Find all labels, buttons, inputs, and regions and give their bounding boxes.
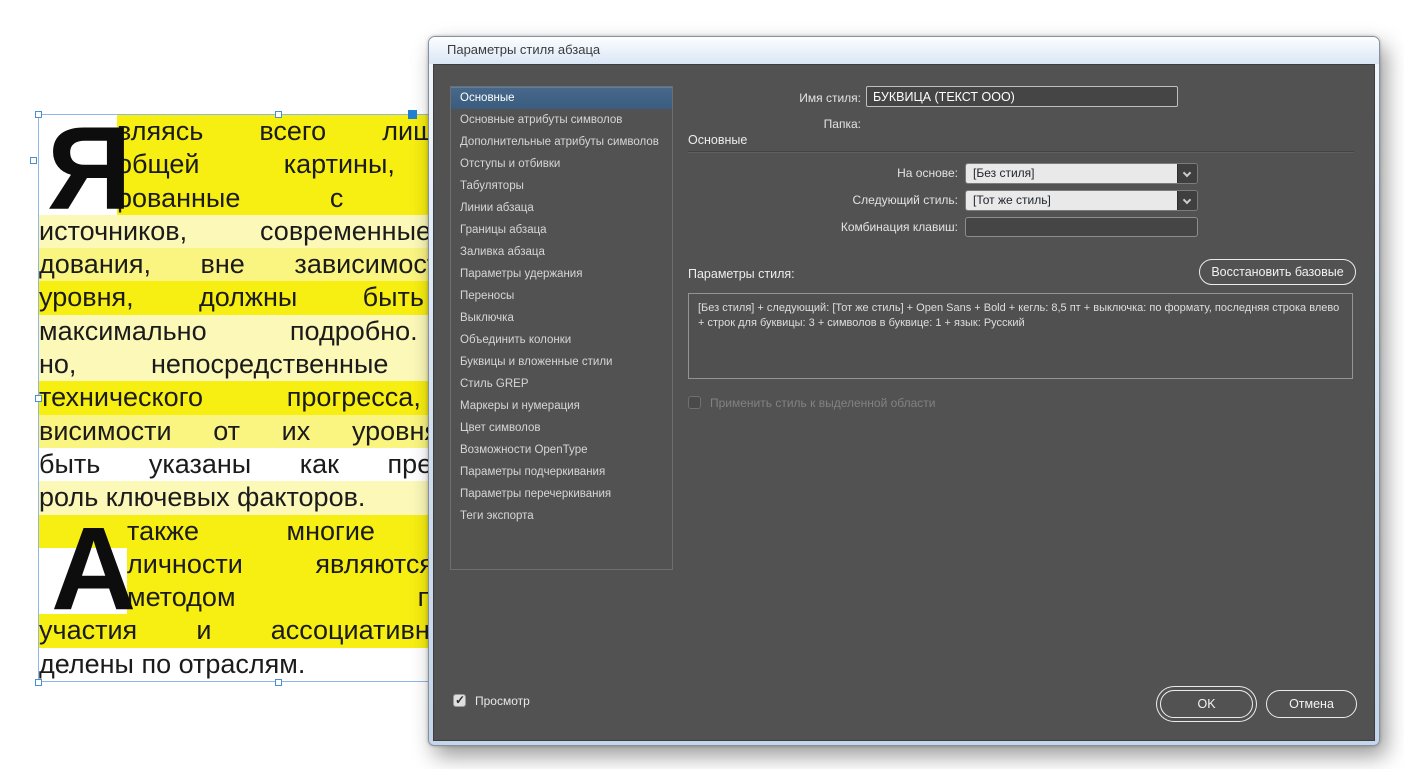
- sidebar-item-15[interactable]: Маркеры и нумерация: [451, 395, 672, 417]
- chevron-down-icon[interactable]: [1177, 164, 1197, 183]
- sidebar-item-7[interactable]: Границы абзаца: [451, 219, 672, 241]
- selection-handle-bottom-middle[interactable]: [275, 679, 282, 686]
- apply-to-selection-label: Применить стиль к выделенной области: [710, 396, 936, 410]
- style-sections-list: Основные Основные атрибуты символов Дополн…: [450, 86, 673, 570]
- dialog-content: Основные Основные атрибуты символов Дополн…: [433, 64, 1375, 741]
- screen: вляясь всего лишь ч общей картины, рег ров…: [0, 0, 1404, 769]
- sidebar-item-10[interactable]: Переносы: [451, 285, 672, 307]
- checkmark-icon: ✓: [455, 693, 466, 707]
- drop-cap: Я: [47, 115, 132, 235]
- selection-handle-top-left[interactable]: [35, 111, 42, 118]
- sidebar-item-8[interactable]: Заливка абзаца: [451, 241, 672, 263]
- next-style-label: Следующий стиль:: [852, 193, 958, 207]
- apply-to-selection-checkbox[interactable]: [688, 396, 701, 409]
- sidebar-item-4[interactable]: Отступы и отбивки: [451, 153, 672, 175]
- sidebar-item-16[interactable]: Цвет символов: [451, 417, 672, 439]
- preview-checkbox[interactable]: ✓: [453, 693, 466, 707]
- paragraph-style-options-dialog: Параметры стиля абзаца Основные Основные …: [428, 36, 1380, 746]
- drop-cap: А: [51, 503, 136, 635]
- style-name-input[interactable]: [866, 86, 1178, 107]
- reset-to-base-button[interactable]: Восстановить базовые: [1199, 259, 1356, 285]
- sidebar-item-6[interactable]: Линии абзаца: [451, 197, 672, 219]
- based-on-label: На основе:: [897, 166, 958, 180]
- sidebar-item-5[interactable]: Табуляторы: [451, 175, 672, 197]
- based-on-value: [Без стиля]: [966, 164, 1177, 183]
- selection-handle-bottom-left[interactable]: [35, 679, 42, 686]
- dialog-title: Параметры стиля абзаца: [447, 42, 601, 57]
- sidebar-item-20[interactable]: Теги экспорта: [451, 505, 672, 527]
- preview-label: Просмотр: [475, 694, 530, 708]
- style-name-label: Имя стиля:: [799, 91, 861, 105]
- sidebar-item-18[interactable]: Параметры подчеркивания: [451, 461, 672, 483]
- section-header: Основные: [688, 133, 748, 147]
- sidebar-item-12[interactable]: Объединить колонки: [451, 329, 672, 351]
- style-settings-summary: [Без стиля] + следующий: [Тот же стиль] …: [688, 293, 1353, 379]
- selection-handle-left-middle[interactable]: [35, 395, 42, 402]
- cancel-button[interactable]: Отмена: [1266, 690, 1357, 718]
- sidebar-item-11[interactable]: Выключка: [451, 307, 672, 329]
- sidebar-item-13[interactable]: Буквицы и вложенные стили: [451, 351, 672, 373]
- chevron-down-icon[interactable]: [1177, 191, 1197, 210]
- shortcut-label: Комбинация клавиш:: [840, 220, 958, 234]
- sidebar-item-19[interactable]: Параметры перечеркивания: [451, 483, 672, 505]
- sidebar-item-3[interactable]: Дополнительные атрибуты символов: [451, 131, 672, 153]
- sidebar-item-2[interactable]: Основные атрибуты символов: [451, 109, 672, 131]
- selection-handle-active[interactable]: [408, 110, 417, 119]
- section-divider: [688, 151, 1354, 153]
- sidebar-item-9[interactable]: Параметры удержания: [451, 263, 672, 285]
- folder-label: Папка:: [823, 117, 861, 131]
- sidebar-item-17[interactable]: Возможности OpenType: [451, 439, 672, 461]
- next-style-value: [Тот же стиль]: [966, 191, 1177, 210]
- dialog-titlebar[interactable]: Параметры стиля абзаца: [429, 37, 1379, 64]
- sidebar-item-14[interactable]: Стиль GREP: [451, 373, 672, 395]
- based-on-dropdown[interactable]: [Без стиля]: [965, 163, 1198, 184]
- next-style-dropdown[interactable]: [Тот же стиль]: [965, 190, 1198, 211]
- ok-button[interactable]: OK: [1160, 690, 1253, 718]
- selection-handle-top-middle[interactable]: [275, 111, 282, 118]
- text-inport-icon[interactable]: [30, 157, 37, 164]
- style-settings-label: Параметры стиля:: [688, 267, 795, 281]
- shortcut-input[interactable]: [965, 217, 1198, 237]
- sidebar-item-1[interactable]: Основные: [451, 87, 672, 109]
